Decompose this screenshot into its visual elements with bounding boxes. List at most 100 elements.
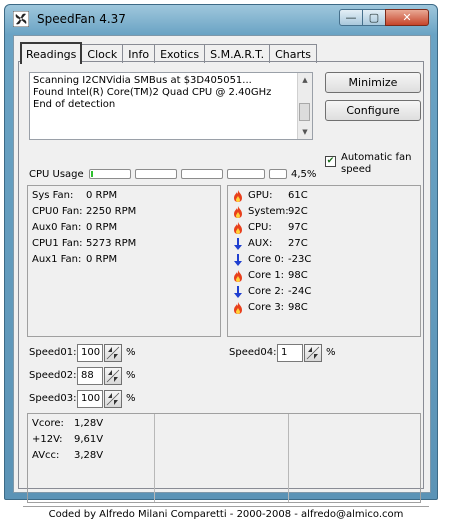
minimize-button[interactable]: Minimize bbox=[325, 72, 421, 93]
tab-label: Clock bbox=[87, 47, 118, 61]
minimize-button-label: Minimize bbox=[348, 76, 398, 89]
speed-input[interactable]: 1 bbox=[277, 344, 303, 362]
close-icon: ✕ bbox=[402, 11, 412, 24]
voltage-divider bbox=[288, 414, 289, 502]
maximize-window-button[interactable]: ▢ bbox=[362, 9, 386, 26]
detection-log[interactable]: Scanning I2CNVidia SMBus at $3D405051...… bbox=[29, 72, 313, 140]
cpu-usage-bar bbox=[135, 169, 177, 179]
speedfan-window: SpeedFan 4.37 — ▢ ✕ Readings Clock Info … bbox=[4, 4, 438, 520]
flame-icon bbox=[234, 270, 242, 282]
temperature-value: -23C bbox=[288, 254, 312, 265]
fan-value: 5273 RPM bbox=[86, 238, 137, 249]
temperature-label: System: bbox=[248, 206, 289, 217]
fan-app-icon bbox=[13, 11, 29, 27]
fan-value: 2250 RPM bbox=[86, 206, 137, 217]
spin-arrows-icon bbox=[106, 346, 120, 360]
voltage-value: 9,61V bbox=[74, 434, 104, 445]
spin-button[interactable] bbox=[104, 390, 122, 408]
automatic-fan-speed-label: Automatic fan speed bbox=[341, 152, 412, 175]
temperature-label: Core 2: bbox=[248, 286, 285, 297]
arrow-down-icon bbox=[234, 286, 242, 298]
voltage-label: +12V: bbox=[32, 434, 63, 445]
temperature-value: 98C bbox=[288, 270, 308, 281]
configure-button[interactable]: Configure bbox=[325, 100, 421, 121]
spin-arrows-icon bbox=[106, 369, 120, 383]
fan-value: 0 RPM bbox=[86, 222, 118, 233]
log-line: End of detection bbox=[33, 99, 116, 110]
speed-input[interactable]: 100 bbox=[77, 344, 103, 362]
speed-unit: % bbox=[126, 370, 136, 381]
temperature-value: 61C bbox=[288, 190, 308, 201]
fan-value: 0 RPM bbox=[86, 254, 118, 265]
temperature-label: AUX: bbox=[248, 238, 273, 249]
voltage-label: Vcore: bbox=[32, 418, 64, 429]
temperature-value: -24C bbox=[288, 286, 312, 297]
temperature-value: 97C bbox=[288, 222, 308, 233]
configure-button-label: Configure bbox=[346, 104, 400, 117]
temperature-label: CPU: bbox=[248, 222, 272, 233]
cpu-usage-bar bbox=[89, 169, 131, 179]
temperature-label: Core 0: bbox=[248, 254, 285, 265]
cpu-usage-bar bbox=[227, 169, 265, 179]
fan-label: CPU1 Fan: bbox=[32, 238, 83, 249]
readings-panel: Scanning I2CNVidia SMBus at $3D405051...… bbox=[18, 61, 429, 520]
minimize-icon: — bbox=[345, 11, 357, 24]
temperature-readings-box: GPU: 61C System: 92C CPU: 97C AUX: 27C Core 0: -2… bbox=[227, 185, 421, 337]
tab-strip: Readings Clock Info Exotics S.M.A.R.T. C… bbox=[20, 42, 318, 64]
arrow-down-icon bbox=[234, 238, 242, 250]
cpu-usage-label: CPU Usage bbox=[29, 169, 84, 180]
voltage-divider bbox=[154, 414, 155, 502]
tab-label: S.M.A.R.T. bbox=[210, 47, 265, 61]
arrow-down-icon bbox=[234, 254, 242, 266]
flame-icon bbox=[234, 190, 242, 202]
maximize-icon: ▢ bbox=[368, 11, 380, 24]
title-bar[interactable]: SpeedFan 4.37 — ▢ ✕ bbox=[5, 5, 437, 33]
temperature-value: 98C bbox=[288, 302, 308, 313]
speed-label: Speed04: bbox=[229, 347, 277, 358]
spin-arrows-icon bbox=[306, 346, 320, 360]
tab-label: Exotics bbox=[160, 47, 200, 61]
scroll-down-icon[interactable]: ▼ bbox=[298, 125, 312, 139]
spin-button[interactable] bbox=[104, 344, 122, 362]
cpu-usage-value: 4,5% bbox=[291, 169, 317, 180]
temperature-label: Core 1: bbox=[248, 270, 285, 281]
voltage-label: AVcc: bbox=[32, 450, 60, 461]
speed-unit: % bbox=[126, 393, 136, 404]
flame-icon bbox=[234, 302, 242, 314]
fan-label: Sys Fan: bbox=[32, 190, 74, 201]
log-scrollbar[interactable]: ▲ ▼ bbox=[297, 73, 312, 139]
fan-label: Aux1 Fan: bbox=[32, 254, 82, 265]
spin-button[interactable] bbox=[304, 344, 322, 362]
spin-button[interactable] bbox=[104, 367, 122, 385]
temperature-label: GPU: bbox=[248, 190, 273, 201]
speed-label: Speed03: bbox=[29, 393, 77, 404]
close-window-button[interactable]: ✕ bbox=[385, 9, 429, 26]
speed-input[interactable]: 100 bbox=[77, 390, 103, 408]
temperature-value: 92C bbox=[288, 206, 308, 217]
window-title: SpeedFan 4.37 bbox=[37, 12, 126, 26]
tab-readings[interactable]: Readings bbox=[20, 42, 83, 64]
voltage-readings-box: Vcore: 1,28V +12V: 9,61V AVcc: 3,28V bbox=[27, 413, 421, 503]
tab-label: Charts bbox=[275, 47, 312, 61]
cpu-usage-bar bbox=[269, 169, 287, 179]
speed-input[interactable]: 88 bbox=[77, 367, 103, 385]
credits-footer: Coded by Alfredo Milani Comparetti - 200… bbox=[23, 506, 429, 522]
temperature-value: 27C bbox=[288, 238, 308, 249]
scroll-thumb[interactable] bbox=[299, 103, 310, 121]
voltage-value: 3,28V bbox=[74, 450, 104, 461]
scroll-up-icon[interactable]: ▲ bbox=[298, 73, 312, 87]
flame-icon bbox=[234, 206, 242, 218]
checkmark-icon[interactable]: ✔ bbox=[325, 156, 336, 167]
log-line: Scanning I2CNVidia SMBus at $3D405051... bbox=[33, 75, 252, 86]
flame-icon bbox=[234, 222, 242, 234]
log-line: Found Intel(R) Core(TM)2 Quad CPU @ 2.40… bbox=[33, 87, 272, 98]
fan-label: CPU0 Fan: bbox=[32, 206, 83, 217]
voltage-value: 1,28V bbox=[74, 418, 104, 429]
temperature-label: Core 3: bbox=[248, 302, 285, 313]
cpu-usage-bar bbox=[181, 169, 223, 179]
cpu-usage-fill bbox=[91, 171, 93, 177]
fan-readings-box: Sys Fan: 0 RPM CPU0 Fan: 2250 RPM Aux0 Fan: 0… bbox=[27, 185, 221, 337]
speed-unit: % bbox=[126, 347, 136, 358]
minimize-window-button[interactable]: — bbox=[339, 9, 363, 26]
fan-value: 0 RPM bbox=[86, 190, 118, 201]
